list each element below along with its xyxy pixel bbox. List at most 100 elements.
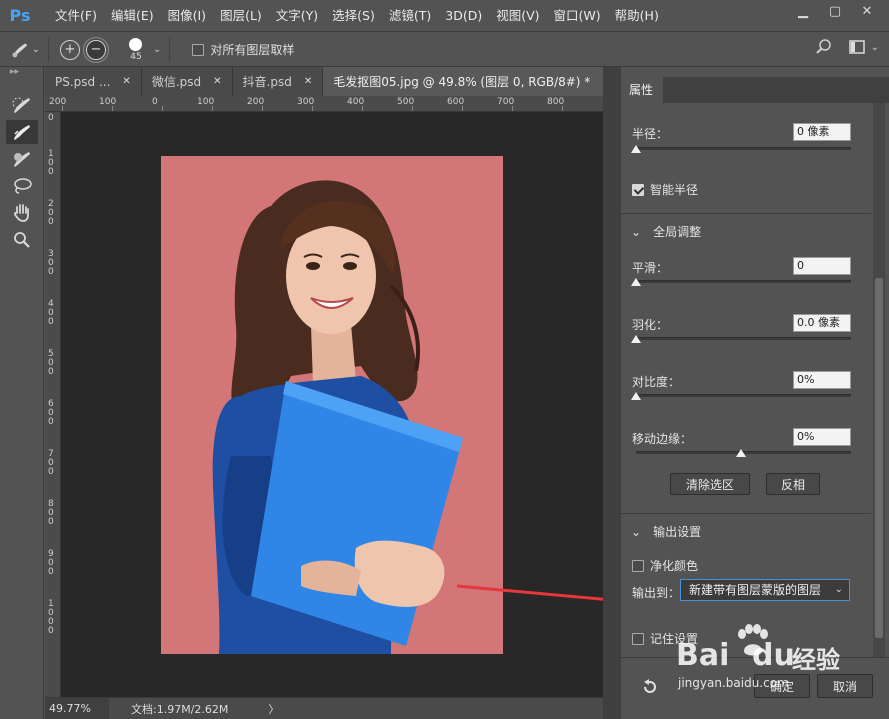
tool-quick-selection[interactable] — [6, 93, 38, 117]
radius-slider[interactable] — [636, 147, 851, 150]
tool-brush[interactable] — [6, 147, 38, 171]
ruler-tick — [462, 106, 463, 111]
shift-edge-input[interactable]: 0% — [793, 428, 851, 446]
clear-selection-button[interactable]: 清除选区 — [670, 473, 750, 495]
scrollbar-thumb[interactable] — [875, 278, 883, 638]
feather-slider-thumb[interactable] — [631, 335, 641, 343]
brush-size-picker[interactable]: 45 — [121, 35, 151, 65]
tab-active-document[interactable]: 毛发抠图05.jpg @ 49.8% (图层 0, RGB/8#) * ✕ — [323, 67, 622, 96]
output-to-select[interactable]: 新建带有图层蒙版的图层 ⌄ — [680, 579, 850, 601]
invert-button[interactable]: 反相 — [766, 473, 820, 495]
global-refinements-title: 全局调整 — [653, 225, 702, 239]
menu-type[interactable]: 文字(Y) — [269, 0, 325, 32]
vertical-ruler[interactable]: 0 1 0 0 2 0 0 3 0 0 4 0 0 5 0 0 6 0 0 7 … — [45, 112, 61, 697]
tab-weixin-psd[interactable]: 微信.psd ✕ — [141, 67, 233, 96]
global-refinements-header[interactable]: ⌄ 全局调整 — [631, 223, 701, 240]
maximize-icon: ▢ — [828, 3, 842, 19]
properties-panel: 属性 半径： 0 像素 智能半径 ⌄ 全局调整 平滑： 0 羽化： 0.0 像素… — [621, 67, 889, 719]
ruler-label: 9 0 0 — [48, 549, 54, 577]
tab-label: PS.psd ... — [55, 74, 111, 89]
tool-preset-picker[interactable]: ⌄ — [10, 37, 40, 63]
ruler-label: 2 0 0 — [48, 199, 54, 227]
erase-refinements-button[interactable]: − — [83, 36, 109, 63]
tool-refine-edge-brush[interactable] — [6, 120, 38, 144]
contrast-slider[interactable] — [636, 394, 851, 397]
radius-label: 半径： — [632, 127, 669, 141]
brush-tip-icon — [129, 37, 142, 51]
remember-settings-checkbox[interactable] — [632, 632, 644, 645]
minimize-button[interactable]: ▁ — [789, 2, 817, 20]
search-icon[interactable] — [815, 38, 833, 56]
minimize-icon: ▁ — [798, 3, 808, 19]
woman-holding-folder-photo — [212, 180, 463, 654]
sample-all-layers-checkbox[interactable] — [192, 43, 205, 56]
menu-filter[interactable]: 滤镜(T) — [382, 0, 438, 32]
refine-brush-icon — [12, 42, 28, 57]
menu-3d[interactable]: 3D(D) — [438, 0, 489, 32]
menu-image[interactable]: 图像(I) — [161, 0, 213, 32]
close-icon[interactable]: ✕ — [122, 76, 130, 87]
status-menu-arrow[interactable]: 〉 — [268, 701, 279, 717]
zoom-level[interactable]: 49.77% — [45, 697, 109, 719]
chevron-down-icon[interactable]: ⌄ — [153, 44, 161, 55]
feather-slider[interactable] — [636, 337, 851, 340]
menu-file[interactable]: 文件(F) — [48, 0, 104, 32]
tab-properties[interactable]: 属性 — [621, 77, 663, 103]
radius-input[interactable]: 0 像素 — [793, 123, 851, 141]
output-settings-header[interactable]: ⌄ 输出设置 — [631, 523, 701, 540]
menu-edit[interactable]: 编辑(E) — [104, 0, 161, 32]
ruler-tick — [162, 106, 163, 111]
tool-hand[interactable] — [6, 201, 38, 225]
ruler-label: 100 — [99, 97, 117, 107]
smart-radius-checkbox[interactable] — [632, 183, 644, 196]
smooth-slider-thumb[interactable] — [631, 278, 641, 286]
menu-view[interactable]: 视图(V) — [489, 0, 546, 32]
maximize-button[interactable]: ▢ — [821, 2, 849, 20]
smart-radius-option[interactable]: 智能半径 — [632, 181, 698, 198]
brush-size-value: 45 — [130, 51, 142, 62]
menu-layer[interactable]: 图层(L) — [213, 0, 269, 32]
tool-lasso[interactable] — [6, 174, 38, 198]
feather-label: 羽化： — [632, 318, 669, 332]
radius-slider-thumb[interactable] — [631, 145, 641, 153]
feather-input[interactable]: 0.0 像素 — [793, 314, 851, 332]
decontaminate-colors-checkbox[interactable] — [632, 559, 644, 572]
chevron-down-icon: ⌄ — [834, 584, 843, 595]
ruler-label: 4 0 0 — [48, 299, 54, 327]
ruler-label: 3 0 0 — [48, 249, 54, 277]
shift-edge-slider-thumb[interactable] — [736, 449, 746, 457]
menu-help[interactable]: 帮助(H) — [608, 0, 666, 32]
contrast-input[interactable]: 0% — [793, 371, 851, 389]
ruler-tick — [212, 106, 213, 111]
menu-select[interactable]: 选择(S) — [325, 0, 382, 32]
expand-detection-button[interactable]: + — [60, 39, 80, 60]
tab-ps-psd[interactable]: PS.psd ... ✕ — [45, 67, 142, 96]
photoshop-logo: Ps — [9, 5, 31, 25]
ruler-label: 6 0 0 — [48, 399, 54, 427]
horizontal-ruler[interactable]: 200 100 0 100 200 300 400 500 600 700 80… — [45, 96, 603, 112]
workspace-switcher[interactable]: ⌄ — [848, 40, 879, 54]
close-icon[interactable]: ✕ — [304, 76, 312, 87]
tab-douyin-psd[interactable]: 抖音.psd ✕ — [232, 67, 324, 96]
smooth-input[interactable]: 0 — [793, 257, 851, 275]
document-image[interactable] — [161, 156, 503, 654]
decontaminate-colors-option[interactable]: 净化颜色 — [632, 557, 698, 574]
close-button[interactable]: ✕ — [853, 2, 881, 20]
baidu-jingyan-watermark: Bai du 经验 jingyan.baidu.com — [676, 624, 876, 690]
menu-window[interactable]: 窗口(W) — [547, 0, 608, 32]
smooth-slider[interactable] — [636, 280, 851, 283]
tool-zoom[interactable] — [6, 228, 38, 252]
ruler-label: 5 0 0 — [48, 349, 54, 377]
panel-scrollbar[interactable] — [873, 103, 885, 679]
reset-icon[interactable] — [641, 678, 659, 696]
options-right: ⌄ — [815, 38, 879, 56]
ruler-tick — [112, 106, 113, 111]
close-icon[interactable]: ✕ — [213, 76, 221, 87]
panel-gutter — [603, 67, 621, 719]
collapse-toolbar-icon[interactable]: ▸▸ — [0, 67, 43, 77]
plus-icon: + — [64, 42, 76, 57]
chevron-down-icon: ⌄ — [631, 524, 642, 539]
sample-all-layers-option[interactable]: 对所有图层取样 — [192, 41, 294, 58]
contrast-slider-thumb[interactable] — [631, 392, 641, 400]
close-icon: ✕ — [861, 3, 873, 19]
